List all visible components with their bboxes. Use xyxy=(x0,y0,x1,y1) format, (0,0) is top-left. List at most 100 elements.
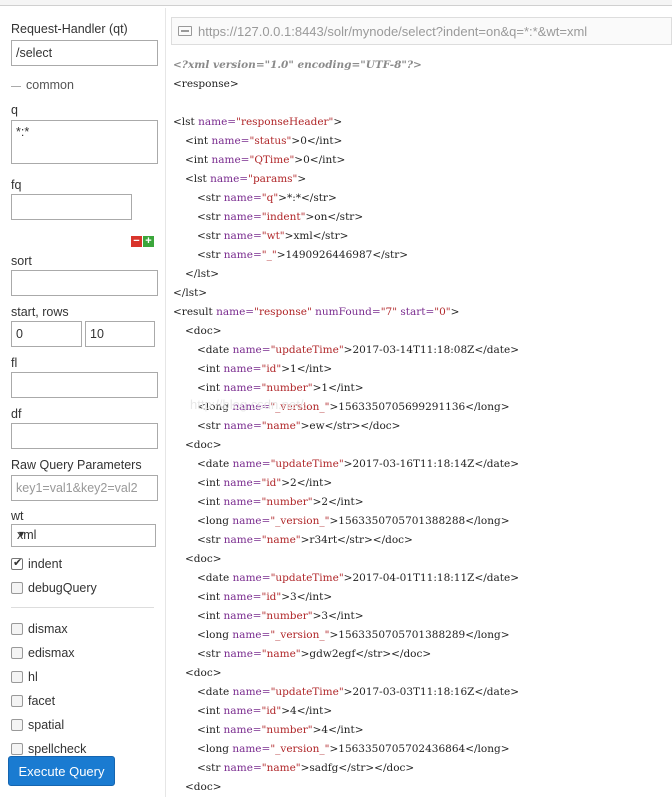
xml-line: <?xml version="1.0" encoding="UTF-8"?> xyxy=(173,56,422,75)
xml-token: <int xyxy=(197,705,224,717)
xml-line: <long name="_version_">15633507057013882… xyxy=(197,626,510,645)
execute-query-button[interactable]: Execute Query xyxy=(8,756,115,786)
query-form: Request-Handler (qt) /select common q *:… xyxy=(0,8,166,797)
request-url[interactable]: https://127.0.0.1:8443/solr/mynode/selec… xyxy=(198,24,587,39)
xml-token: <date xyxy=(197,686,233,698)
xml-line: <int name="QTime">0</int> xyxy=(185,151,345,170)
xml-token: name= xyxy=(216,306,255,318)
remove-fq-icon[interactable]: − xyxy=(131,236,142,247)
request-url-bar[interactable]: https://127.0.0.1:8443/solr/mynode/selec… xyxy=(171,17,672,45)
xml-token: "updateTime" xyxy=(270,686,344,698)
xml-token: name= xyxy=(223,230,262,242)
xml-token: "_version_" xyxy=(270,629,330,641)
xml-token: <result xyxy=(173,306,217,318)
xml-token: <str xyxy=(197,420,224,432)
xml-line: <int name="number">4</int> xyxy=(197,721,364,740)
xml-token: "q" xyxy=(261,192,279,204)
xml-line: <date name="updateTime">2017-04-01T11:18… xyxy=(197,569,519,588)
xml-token: name= xyxy=(223,610,262,622)
xml-token: "name" xyxy=(261,648,301,660)
xml-token: name= xyxy=(223,211,262,223)
raw-params-input[interactable]: key1=val1&key2=val2 xyxy=(11,475,158,501)
start-input[interactable]: 0 xyxy=(11,321,82,347)
spatial-checkbox[interactable]: spatial xyxy=(11,718,64,734)
xml-token: "response" xyxy=(254,306,316,318)
request-handler-label: Request-Handler (qt) xyxy=(11,22,128,36)
df-label: df xyxy=(11,407,22,421)
wt-select[interactable]: xml ▼ xyxy=(11,524,156,547)
xml-token: <doc> xyxy=(185,667,222,679)
hl-checkbox[interactable]: hl xyxy=(11,670,38,686)
debugquery-label: debugQuery xyxy=(28,581,97,595)
xml-token: name= xyxy=(223,591,262,603)
checkbox-icon xyxy=(11,582,23,594)
xml-token: >*:*</str> xyxy=(278,192,337,204)
sort-input[interactable] xyxy=(11,270,158,296)
xml-token: <doc> xyxy=(185,325,222,337)
rows-input[interactable]: 10 xyxy=(85,321,155,347)
xml-token: name= xyxy=(232,629,271,641)
xml-token: "id" xyxy=(261,591,282,603)
df-input[interactable] xyxy=(11,423,158,449)
xml-token: <long xyxy=(197,515,233,527)
xml-line: <str name="wt">xml</str> xyxy=(197,227,348,246)
xml-line: <int name="id">2</int> xyxy=(197,474,332,493)
xml-token: "name" xyxy=(261,762,301,774)
xml-token: name= xyxy=(198,116,237,128)
spellcheck-label: spellcheck xyxy=(28,742,87,756)
xml-token: <int xyxy=(185,154,212,166)
fl-input[interactable] xyxy=(11,372,158,398)
xml-token: >1</int> xyxy=(281,363,333,375)
xml-token: >2</int> xyxy=(281,477,333,489)
xml-line: </lst> xyxy=(173,284,207,303)
xml-token: <str xyxy=(197,648,224,660)
xml-token: name= xyxy=(223,382,262,394)
xml-line: <int name="number">2</int> xyxy=(197,493,364,512)
xml-token: <str xyxy=(197,230,224,242)
xml-token: "indent" xyxy=(261,211,306,223)
request-handler-input[interactable]: /select xyxy=(11,40,158,66)
add-fq-icon[interactable]: + xyxy=(143,236,154,247)
start-rows-label: start, rows xyxy=(11,305,69,319)
xml-line: <lst name="responseHeader"> xyxy=(173,113,342,132)
xml-token: <date xyxy=(197,572,233,584)
xml-line: <result name="response" numFound="7" sta… xyxy=(173,303,459,322)
xml-token: <date xyxy=(197,344,233,356)
xml-line: <int name="id">3</int> xyxy=(197,588,332,607)
edismax-checkbox[interactable]: edismax xyxy=(11,646,75,662)
xml-token: <lst xyxy=(173,116,199,128)
xml-token: </lst> xyxy=(185,268,220,280)
xml-token: <str xyxy=(197,211,224,223)
fq-input[interactable] xyxy=(11,194,132,220)
xml-token: >gdw2egf</str></doc> xyxy=(300,648,432,660)
xml-token: name= xyxy=(232,344,271,356)
indent-checkbox[interactable]: indent xyxy=(11,556,62,573)
xml-line: <doc> xyxy=(185,436,222,455)
xml-line: <response> xyxy=(173,75,239,94)
debugquery-checkbox[interactable]: debugQuery xyxy=(11,581,97,597)
chevron-down-icon: ▼ xyxy=(17,529,26,539)
xml-token: >3</int> xyxy=(281,591,333,603)
xml-token: "params" xyxy=(248,173,298,185)
xml-token: name= xyxy=(223,477,262,489)
xml-token: name= xyxy=(223,705,262,717)
xml-token: <int xyxy=(197,724,224,736)
xml-token: name= xyxy=(211,154,250,166)
xml-token: >on</str> xyxy=(305,211,364,223)
xml-line: <doc> xyxy=(185,322,222,341)
xml-token: "0" xyxy=(434,306,451,318)
xml-token: >1563350705702436864</long> xyxy=(329,743,510,755)
xml-token: >4</int> xyxy=(312,724,364,736)
xml-token: </lst> xyxy=(173,287,208,299)
q-textarea[interactable]: *:* xyxy=(11,120,158,164)
q-label: q xyxy=(11,103,18,117)
xml-token: "7" xyxy=(380,306,401,318)
xml-token: "_version_" xyxy=(270,515,330,527)
xml-token: "responseHeader" xyxy=(236,116,334,128)
xml-token: name= xyxy=(232,572,271,584)
xml-token: <long xyxy=(197,743,233,755)
facet-checkbox[interactable]: facet xyxy=(11,694,55,710)
xml-token: <response> xyxy=(173,78,239,90)
dismax-checkbox[interactable]: dismax xyxy=(11,622,68,638)
edismax-label: edismax xyxy=(28,646,75,660)
